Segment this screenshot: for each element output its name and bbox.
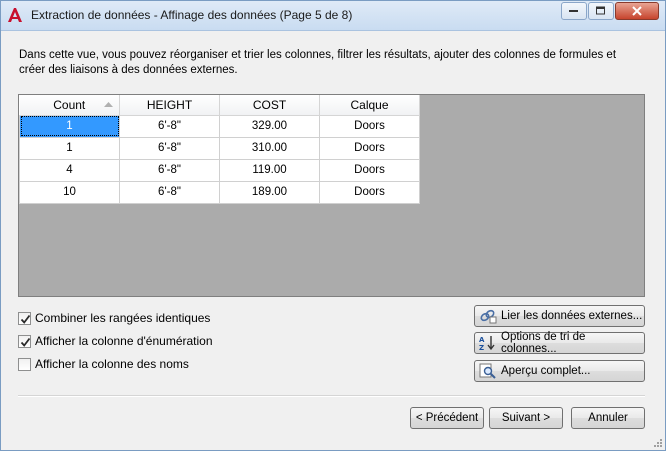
enum-column-checkbox[interactable] bbox=[18, 334, 31, 348]
names-column-checkbox[interactable] bbox=[18, 357, 31, 371]
column-sort-options-label: Options de tri de colonnes... bbox=[501, 331, 586, 355]
svg-text:Z: Z bbox=[479, 344, 484, 351]
previous-button-label: < Précédent bbox=[415, 412, 479, 424]
maximize-button[interactable] bbox=[588, 2, 614, 20]
column-header-cost[interactable]: COST bbox=[219, 95, 320, 116]
column-sort-options-button[interactable]: A Z Options de tri de colonnes... bbox=[474, 331, 645, 355]
link-external-data-label: Lier les données externes... bbox=[501, 310, 643, 322]
cell-cost[interactable]: 189.00 bbox=[219, 180, 320, 204]
cell-calque[interactable]: Doors bbox=[319, 136, 420, 160]
cell-count[interactable]: 1 bbox=[19, 114, 120, 138]
checkmark-icon bbox=[20, 314, 31, 324]
caption-buttons bbox=[561, 2, 659, 20]
enum-column-label: Afficher la colonne d'énumération bbox=[35, 334, 213, 348]
full-preview-button[interactable]: Aperçu complet... bbox=[474, 360, 645, 382]
cancel-button-label: Annuler bbox=[588, 412, 628, 424]
previous-button[interactable]: < Précédent bbox=[410, 407, 484, 429]
minimize-icon bbox=[569, 10, 578, 12]
full-preview-label: Aperçu complet... bbox=[501, 365, 591, 377]
cell-calque[interactable]: Doors bbox=[319, 158, 420, 182]
sort-az-icon: A Z bbox=[479, 335, 497, 352]
enum-column-option[interactable]: Afficher la colonne d'énumération bbox=[18, 330, 213, 352]
autocad-logo-icon bbox=[7, 7, 23, 23]
close-button[interactable] bbox=[615, 2, 659, 20]
options-group: Combiner les rangées identiques Afficher… bbox=[18, 307, 213, 376]
cell-cost[interactable]: 329.00 bbox=[219, 114, 320, 138]
svg-text:A: A bbox=[479, 336, 485, 344]
cell-height[interactable]: 6'-8" bbox=[119, 180, 220, 204]
cell-calque[interactable]: Doors bbox=[319, 180, 420, 204]
table-row[interactable]: 1 6'-8" 310.00 Doors bbox=[19, 136, 420, 160]
footer-separator bbox=[18, 395, 645, 397]
cell-cost[interactable]: 119.00 bbox=[219, 158, 320, 182]
resize-grip-icon[interactable] bbox=[651, 436, 663, 448]
magnifier-preview-icon bbox=[479, 363, 497, 379]
table-row[interactable]: 1 6'-8" 329.00 Doors bbox=[19, 114, 420, 138]
cell-calque[interactable]: Doors bbox=[319, 114, 420, 138]
table-row[interactable]: 4 6'-8" 119.00 Doors bbox=[19, 158, 420, 182]
minimize-button[interactable] bbox=[561, 2, 587, 20]
cell-height[interactable]: 6'-8" bbox=[119, 158, 220, 182]
link-external-data-button[interactable]: Lier les données externes... bbox=[474, 305, 645, 327]
cell-count[interactable]: 10 bbox=[19, 180, 120, 204]
combine-rows-label: Combiner les rangées identiques bbox=[35, 311, 211, 325]
names-column-option[interactable]: Afficher la colonne des noms bbox=[18, 353, 213, 375]
table-row[interactable]: 10 6'-8" 189.00 Doors bbox=[19, 180, 420, 204]
cell-cost[interactable]: 310.00 bbox=[219, 136, 320, 160]
column-header-calque[interactable]: Calque bbox=[319, 95, 420, 116]
checkmark-icon bbox=[20, 337, 31, 347]
names-column-label: Afficher la colonne des noms bbox=[35, 357, 189, 371]
column-header-count[interactable]: Count bbox=[19, 95, 120, 116]
close-icon bbox=[632, 6, 642, 16]
window-title: Extraction de données - Affinage des don… bbox=[31, 8, 353, 22]
combine-rows-checkbox[interactable] bbox=[18, 311, 31, 325]
description-text: Dans cette vue, vous pouvez réorganiser … bbox=[19, 49, 617, 76]
maximize-icon bbox=[596, 6, 605, 15]
combine-rows-option[interactable]: Combiner les rangées identiques bbox=[18, 307, 213, 329]
title-bar[interactable]: Extraction de données - Affinage des don… bbox=[1, 1, 665, 31]
cell-height[interactable]: 6'-8" bbox=[119, 114, 220, 138]
cell-height[interactable]: 6'-8" bbox=[119, 136, 220, 160]
cancel-button[interactable]: Annuler bbox=[571, 407, 645, 429]
cell-count[interactable]: 4 bbox=[19, 158, 120, 182]
column-header-height[interactable]: HEIGHT bbox=[119, 95, 220, 116]
next-button[interactable]: Suivant > bbox=[489, 407, 563, 429]
data-table: Count HEIGHT COST Calque 1 6'-8" 329.00 … bbox=[19, 95, 420, 204]
next-button-label: Suivant > bbox=[501, 412, 551, 424]
cell-count[interactable]: 1 bbox=[19, 136, 120, 160]
link-data-icon bbox=[479, 308, 497, 324]
sort-ascending-icon bbox=[104, 102, 113, 107]
data-grid[interactable]: Count HEIGHT COST Calque 1 6'-8" 329.00 … bbox=[18, 94, 645, 297]
dialog-window: Extraction de données - Affinage des don… bbox=[0, 0, 666, 451]
